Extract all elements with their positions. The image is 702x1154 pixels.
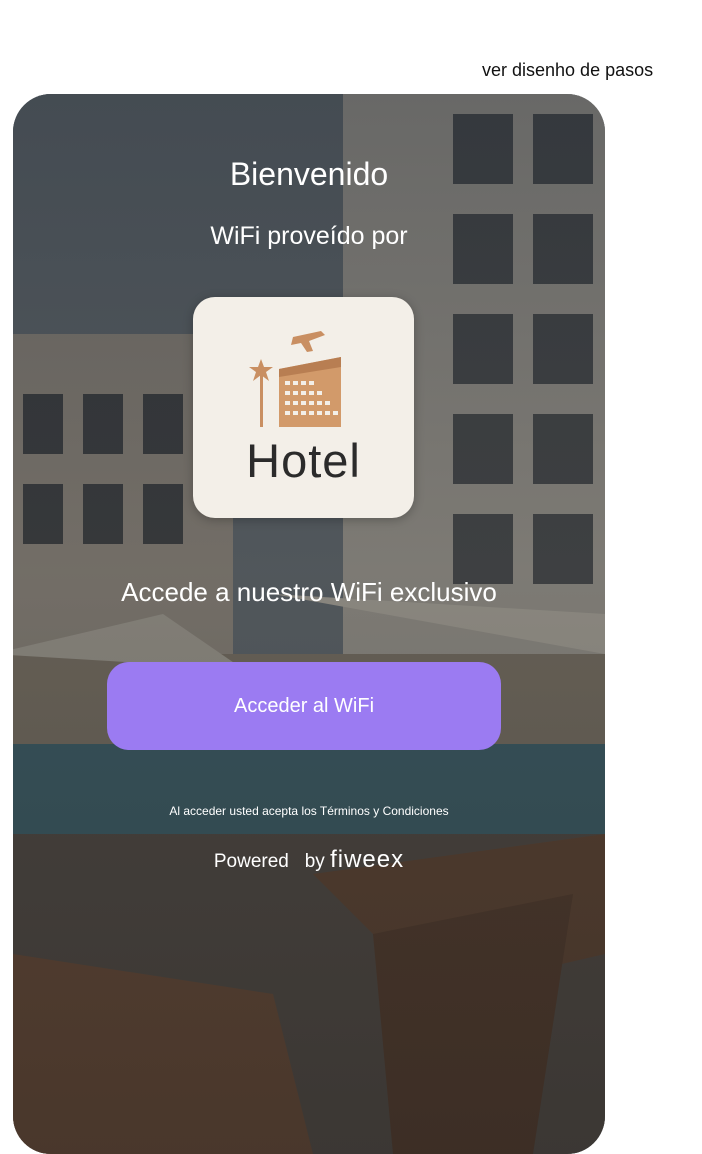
- steps-design-link[interactable]: ver disenho de pasos: [482, 60, 653, 81]
- portal-content: Bienvenido WiFi proveído por Hotel Acced…: [13, 94, 605, 1154]
- captive-portal-screen: Bienvenido WiFi proveído por Hotel Acced…: [13, 94, 605, 1154]
- access-wifi-button-label: Acceder al WiFi: [233, 694, 375, 717]
- powered-by: Powered by fiweex: [33, 846, 585, 874]
- powered-by-word: by: [304, 851, 325, 872]
- terms-notice: Al acceder usted acepta los Términos y C…: [169, 804, 449, 818]
- hotel-logo-text: Hotel: [246, 434, 361, 487]
- access-wifi-button[interactable]: Acceder al WiFi: [107, 662, 501, 750]
- hotel-logo: Hotel: [193, 297, 414, 518]
- powered-prefix: Powered: [213, 851, 289, 872]
- provided-by-label: WiFi proveído por: [210, 222, 408, 250]
- welcome-heading: Bienvenido: [229, 156, 389, 192]
- tagline: Accede a nuestro WiFi exclusivo: [121, 577, 497, 607]
- fiweex-logo: fiweex: [330, 846, 405, 873]
